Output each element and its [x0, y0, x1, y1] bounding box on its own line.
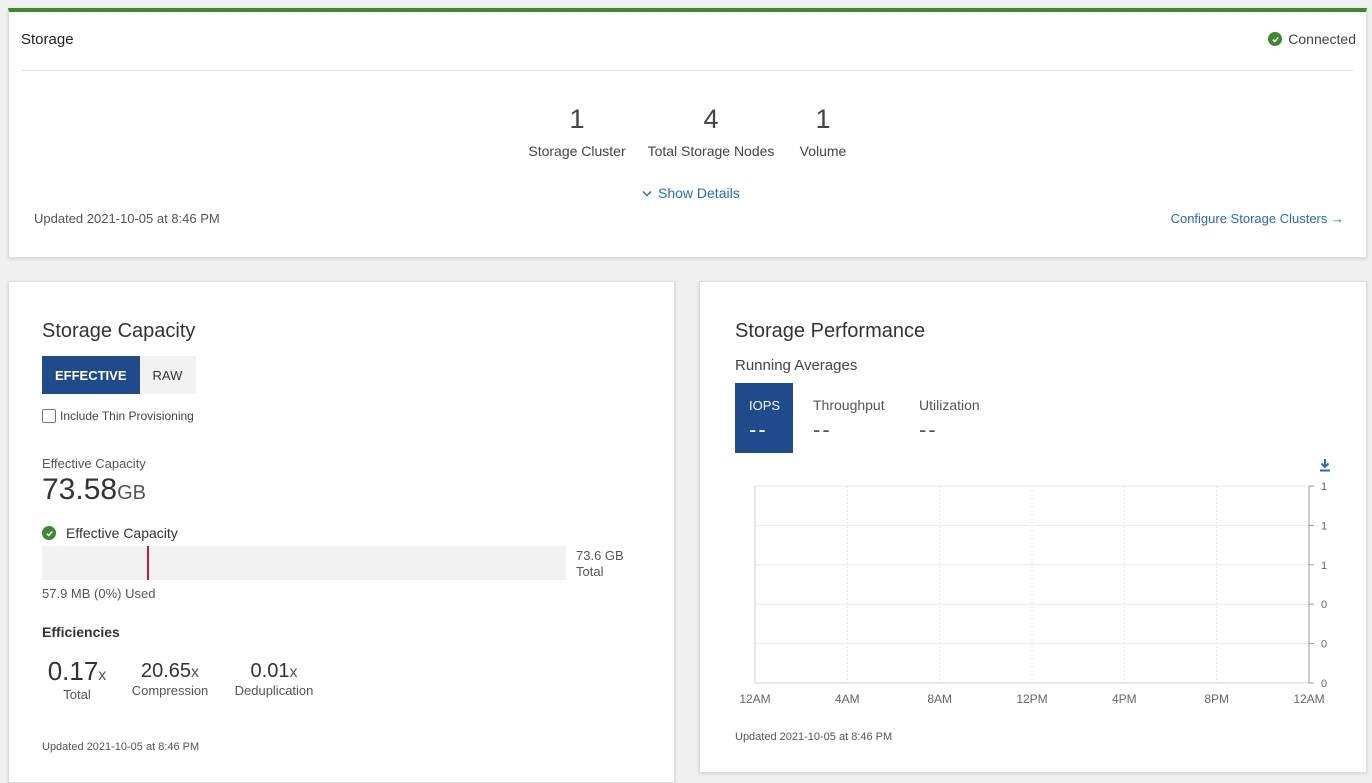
stat-value: 1: [569, 104, 585, 134]
capacity-bar: [42, 546, 566, 580]
chart-y-tick-label: 1: [1321, 481, 1327, 493]
stat-value: 1: [815, 104, 831, 134]
effective-toggle-button[interactable]: EFFECTIVE: [42, 356, 140, 394]
divider: [21, 70, 1354, 71]
chart-x-tick-label: 12AM: [1293, 692, 1324, 706]
effective-capacity-unit: GB: [117, 482, 146, 504]
raw-toggle-button[interactable]: RAW: [139, 356, 196, 394]
updated-timestamp: Updated 2021-10-05 at 8:46 PM: [42, 741, 200, 753]
capacity-bar-heading: Effective Capacity: [42, 525, 178, 541]
storage-summary-card: Storage Connected 1 Storage Cluster 4 To…: [8, 8, 1367, 258]
performance-chart: 1 1 1 0 0 0 12AM 4AM 8AM 12PM 4PM 8PM 12AM: [739, 481, 1327, 706]
efficiency-value: 0.01: [250, 660, 290, 682]
thin-provisioning-checkbox[interactable]: [42, 409, 56, 423]
thin-provisioning-option[interactable]: Include Thin Provisioning: [42, 409, 194, 423]
stat-total-storage-nodes: 4 Total Storage Nodes: [645, 104, 777, 159]
thin-provisioning-label: Include Thin Provisioning: [60, 409, 194, 423]
efficiency-unit: x: [191, 664, 200, 681]
efficiencies-heading: Efficiencies: [42, 624, 120, 640]
effective-capacity-label: Effective Capacity: [42, 456, 146, 471]
efficiency-total: 0.17x Total: [42, 656, 112, 702]
storage-performance-card: Storage Performance Running Averages IOP…: [699, 281, 1367, 773]
check-circle-icon: [1268, 32, 1283, 46]
chevron-down-icon: [642, 190, 652, 197]
updated-timestamp: Updated 2021-10-05 at 8:46 PM: [735, 731, 893, 743]
capacity-total: 73.6 GB Total: [576, 548, 624, 580]
chart-y-tick-label: 1: [1321, 560, 1327, 572]
efficiency-unit: x: [98, 667, 107, 684]
stat-storage-cluster: 1 Storage Cluster: [527, 104, 627, 159]
chart-x-tick-label: 8PM: [1204, 692, 1229, 706]
efficiency-label: Compression: [131, 683, 209, 698]
used-capacity-text: 57.9 MB (0%) Used: [42, 586, 156, 601]
section-title: Storage Capacity: [42, 320, 196, 342]
show-details-link[interactable]: Show Details: [642, 185, 740, 201]
efficiency-value: 0.17: [47, 656, 99, 686]
check-circle-icon: [42, 526, 56, 540]
capacity-mode-toggle: EFFECTIVE RAW: [42, 356, 196, 394]
configure-storage-clusters-link[interactable]: Configure Storage Clusters →: [1171, 211, 1344, 226]
efficiency-label: Deduplication: [234, 683, 314, 698]
capacity-total-value: 73.6 GB: [576, 548, 624, 563]
efficiency-deduplication: 0.01x Deduplication: [229, 660, 319, 698]
connection-status-label: Connected: [1288, 31, 1356, 47]
stat-volume: 1 Volume: [793, 104, 853, 159]
efficiency-value: 20.65: [140, 660, 192, 682]
effective-capacity-number: 73.58: [42, 473, 118, 506]
capacity-bar-heading-label: Effective Capacity: [66, 525, 178, 541]
stat-value: 4: [703, 104, 719, 134]
capacity-total-label: Total: [576, 564, 604, 579]
storage-capacity-card: Storage Capacity EFFECTIVE RAW Include T…: [8, 281, 675, 783]
chart-y-tick-label: 0: [1321, 639, 1327, 651]
updated-timestamp: Updated 2021-10-05 at 8:46 PM: [34, 211, 220, 226]
chart-x-tick-label: 12AM: [739, 692, 770, 706]
used-threshold-marker: [146, 546, 149, 580]
chart-y-tick-label: 0: [1321, 678, 1327, 690]
stat-label: Volume: [799, 143, 847, 159]
chart-x-tick-label: 4AM: [835, 692, 860, 706]
efficiency-label: Total: [63, 687, 91, 702]
effective-capacity-value: 73.58GB: [42, 473, 146, 507]
stat-label: Total Storage Nodes: [647, 143, 775, 159]
efficiency-compression: 20.65x Compression: [126, 660, 214, 698]
chart-y-tick-label: 1: [1321, 520, 1327, 532]
card-title: Storage: [21, 31, 74, 48]
show-details-label: Show Details: [658, 185, 740, 201]
efficiency-unit: x: [289, 664, 298, 681]
chart-x-tick-label: 8AM: [927, 692, 952, 706]
chart-x-tick-label: 12PM: [1016, 692, 1047, 706]
stat-label: Storage Cluster: [528, 143, 626, 159]
connection-status: Connected: [1268, 31, 1356, 47]
chart-x-tick-label: 4PM: [1112, 692, 1137, 706]
chart-y-tick-label: 0: [1321, 599, 1327, 611]
